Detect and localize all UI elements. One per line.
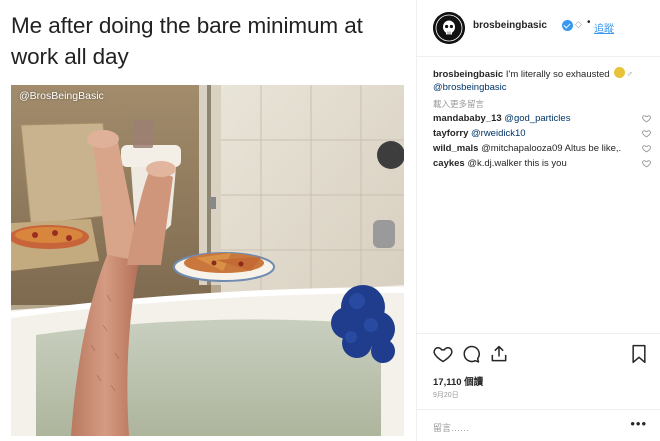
post-header: brosbeingbasic ◇ • 追蹤 xyxy=(417,0,660,57)
meme-photo: @BrosBeingBasic xyxy=(11,85,404,436)
comment-item: caykes @k.dj.walker this is you xyxy=(433,157,655,170)
comment-user[interactable]: tayforry xyxy=(433,128,468,139)
bathtub-photo xyxy=(11,85,404,436)
caption-username[interactable]: brosbeingbasic xyxy=(433,69,503,80)
heart-icon[interactable] xyxy=(642,114,651,123)
heart-icon[interactable] xyxy=(642,129,651,138)
header-username[interactable]: brosbeingbasic xyxy=(473,20,547,31)
bookmark-icon[interactable] xyxy=(629,344,649,364)
comment-user[interactable]: mandababy_13 xyxy=(433,113,502,124)
comment-input[interactable]: 留言…… xyxy=(433,421,469,434)
post-panel: brosbeingbasic ◇ • 追蹤 brosbeingbasic I'm… xyxy=(416,0,660,441)
verified-badge-icon xyxy=(562,20,573,31)
heart-icon[interactable] xyxy=(642,144,651,153)
more-options-button[interactable]: ••• xyxy=(630,416,647,431)
view-count: 17,110 個讀 xyxy=(433,377,484,388)
heart-icon[interactable] xyxy=(642,159,651,168)
header-separator: • xyxy=(587,17,591,28)
comment-text: @k.dj.walker this is you xyxy=(467,158,567,169)
comment-user[interactable]: caykes xyxy=(433,158,465,169)
emoji-icon xyxy=(614,67,626,78)
caption-mention[interactable]: @brosbeingbasic xyxy=(433,82,507,93)
comment-text: @rweidick10 xyxy=(471,128,526,139)
action-bar: 17,110 個讀 9月20日 留言…… ••• xyxy=(417,333,660,441)
caption-text: I'm literally so exhausted xyxy=(505,69,610,80)
comment-text: @god_particles xyxy=(504,113,571,124)
heart-icon[interactable] xyxy=(433,344,453,364)
post-date[interactable]: 9月20日 xyxy=(433,390,459,400)
add-comment-bar: 留言…… ••• xyxy=(417,409,660,441)
comment-item: tayforry @rweidick10 xyxy=(433,127,655,140)
meme-image: Me after doing the bare minimum at work … xyxy=(0,0,416,441)
comments-section: brosbeingbasic I'm literally so exhauste… xyxy=(433,67,655,170)
more-indicator: ◇ xyxy=(575,19,582,29)
load-more-comments[interactable]: 載入更多留言 xyxy=(433,98,655,110)
watermark: @BrosBeingBasic xyxy=(19,90,104,102)
follow-button[interactable]: 追蹤 xyxy=(594,20,614,35)
comment-text: @mitchapalooza09 Altus be like,. xyxy=(481,143,622,154)
comment-user[interactable]: wild_mals xyxy=(433,143,478,154)
meme-caption: Me after doing the bare minimum at work … xyxy=(11,13,363,69)
avatar[interactable] xyxy=(433,12,465,44)
comment-item: wild_mals @mitchapalooza09 Altus be like… xyxy=(433,142,655,155)
share-icon[interactable] xyxy=(489,344,509,364)
gender-symbol: ♂ xyxy=(626,69,633,79)
comment-icon[interactable] xyxy=(461,344,481,364)
skull-logo-icon xyxy=(433,12,465,44)
post-caption: brosbeingbasic I'm literally so exhauste… xyxy=(433,67,655,94)
comment-item: mandababy_13 @god_particles xyxy=(433,112,655,125)
